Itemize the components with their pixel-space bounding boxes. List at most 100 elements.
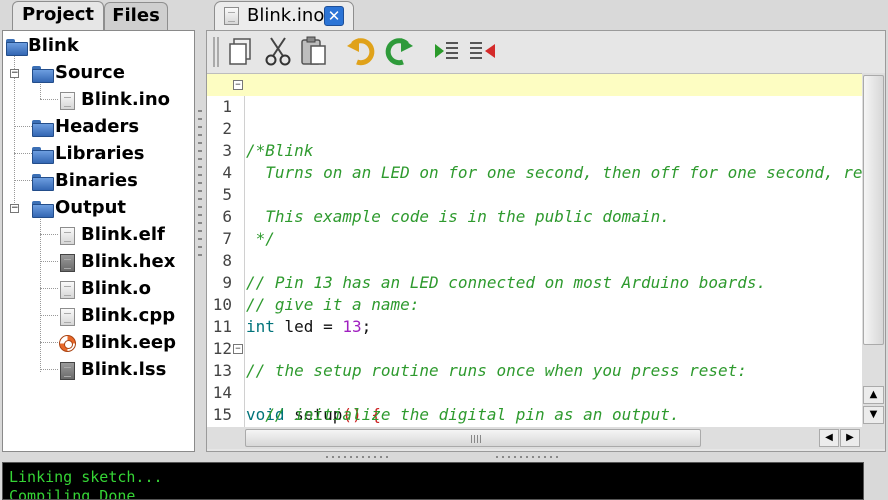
collapse-icon[interactable]: − [10,204,19,213]
tree-item-label: Binaries [55,170,138,191]
copy-icon [229,38,251,65]
code-line[interactable]: 15 pinMode(led, OUTPUT); [207,382,862,424]
code-line[interactable]: 2 Blink [207,96,862,160]
file-icon [60,92,75,110]
folder-icon [32,147,54,164]
tree-item-output-file[interactable]: Blink.cpp [3,303,193,329]
tree-item-label: Blink [28,35,79,56]
scroll-left-arrow-icon[interactable]: ◀ [819,429,839,447]
tree-item-label: Blink.cpp [81,305,176,326]
scroll-grip [471,435,481,443]
file-icon [60,227,75,245]
tab-project[interactable]: Project [12,1,104,31]
fold-toggle-icon[interactable]: − [233,80,243,90]
code-line[interactable]: 8 // Pin 13 has an LED connected on most… [207,228,862,292]
cut-button[interactable] [261,34,295,68]
tab-files[interactable]: Files [104,2,168,30]
undo-button[interactable] [345,34,379,68]
copy-button[interactable] [225,34,259,68]
console-line: Linking sketch... [9,468,163,486]
build-console: Linking sketch... Compiling Done [2,462,864,500]
horizontal-splitter[interactable] [0,452,888,462]
editor-toolbar [207,31,885,73]
folder-icon [32,120,54,137]
fold-toggle-icon[interactable]: − [233,344,243,354]
code-line[interactable]: 1 − /* [207,74,862,160]
unindent-button[interactable] [465,34,499,68]
file-icon [60,308,75,326]
tree-item-blink-ino[interactable]: Blink.ino [3,87,193,113]
code-line[interactable]: 10 int led = 13; [207,272,862,336]
tree-item-binaries[interactable]: Binaries [3,168,193,194]
splitter-grip [326,456,392,458]
project-tree: Blink − Source Blink.ino Headers Librari… [2,30,195,452]
folder-icon [32,66,54,83]
scroll-up-arrow-icon[interactable]: ▲ [863,386,884,404]
tree-item-label: Headers [55,116,140,137]
folder-icon [6,39,28,56]
code-line[interactable]: 6 */ [207,184,862,248]
tree-item-label: Blink.ino [81,89,171,110]
tree-item-label: Blink.o [81,278,152,299]
indent-button[interactable] [429,34,463,68]
vertical-scrollbar[interactable]: ▲ ▼ [862,73,885,427]
code-line[interactable]: 9 // give it a name: [207,250,862,314]
tree-item-libraries[interactable]: Libraries [3,141,193,167]
code-line[interactable]: 13 − void setup() { [207,338,862,424]
collapse-icon[interactable]: − [10,69,19,78]
redo-icon [385,38,413,66]
editor-tab-label: Blink.ino [247,5,325,26]
tree-item-label: Libraries [55,143,145,164]
folder-icon [32,174,54,191]
tree-item-source[interactable]: − Source [3,60,193,86]
folder-icon [32,201,54,218]
undo-icon [347,38,375,66]
tree-item-label: Blink.lss [81,359,167,380]
code-line[interactable]: 3 Turns on an LED on for one second, the… [207,118,862,182]
code-line[interactable]: 12 // the setup routine runs once when y… [207,316,862,380]
tree-item-output-file[interactable]: Blink.hex [3,249,193,275]
lifebuoy-icon [59,335,76,352]
tree-item-label: Source [55,62,125,83]
toolbar-grip[interactable] [213,37,219,67]
cut-icon [265,37,291,66]
horizontal-scrollbar[interactable]: ◀ ▶ [207,427,885,449]
code-line[interactable]: 5 This example code is in the public dom… [207,162,862,226]
binary-file-icon [60,362,75,380]
scroll-down-arrow-icon[interactable]: ▼ [863,406,884,424]
horizontal-scroll-thumb[interactable] [245,429,701,447]
scroll-right-arrow-icon[interactable]: ▶ [840,429,860,447]
code-line[interactable]: 14 // initialize the digital pin as an o… [207,360,862,424]
tree-item-label: Blink.eep [81,332,176,353]
code-line[interactable]: 16 } [207,404,862,426]
vertical-scroll-thumb[interactable] [863,75,884,345]
tree-item-output-file[interactable]: Blink.eep [3,330,193,356]
tree-item-label: Blink.elf [81,224,165,245]
redo-button[interactable] [381,34,415,68]
code-line[interactable]: 11 [207,294,862,336]
left-panel-tabs: Project Files [0,0,200,31]
binary-file-icon [60,254,75,272]
tree-item-root[interactable]: Blink [3,33,193,59]
close-tab-icon[interactable]: ✕ [324,6,344,26]
vertical-splitter-handle[interactable] [198,110,202,260]
code-line[interactable]: 7 [207,206,862,248]
tree-item-output[interactable]: − Output [3,195,193,221]
indent-icon [435,42,458,59]
code-line[interactable]: 4 [207,140,862,182]
unindent-icon [470,42,495,59]
file-icon [224,7,239,25]
tree-item-label: Blink.hex [81,251,176,272]
code-editor[interactable]: 1 − /* 2 Blink 3 Turns on an LED on for … [207,73,862,427]
tree-item-label: Output [55,197,127,218]
console-line: Compiling Done [9,487,136,500]
tree-item-output-file[interactable]: Blink.o [3,276,193,302]
editor-tab[interactable]: Blink.ino ✕ [214,1,354,30]
paste-button[interactable] [297,34,331,68]
splitter-grip [496,456,562,458]
tree-item-output-file[interactable]: Blink.lss [3,357,193,383]
tree-item-headers[interactable]: Headers [3,114,193,140]
paste-icon [301,36,326,65]
file-icon [60,281,75,299]
tree-item-output-file[interactable]: Blink.elf [3,222,193,248]
